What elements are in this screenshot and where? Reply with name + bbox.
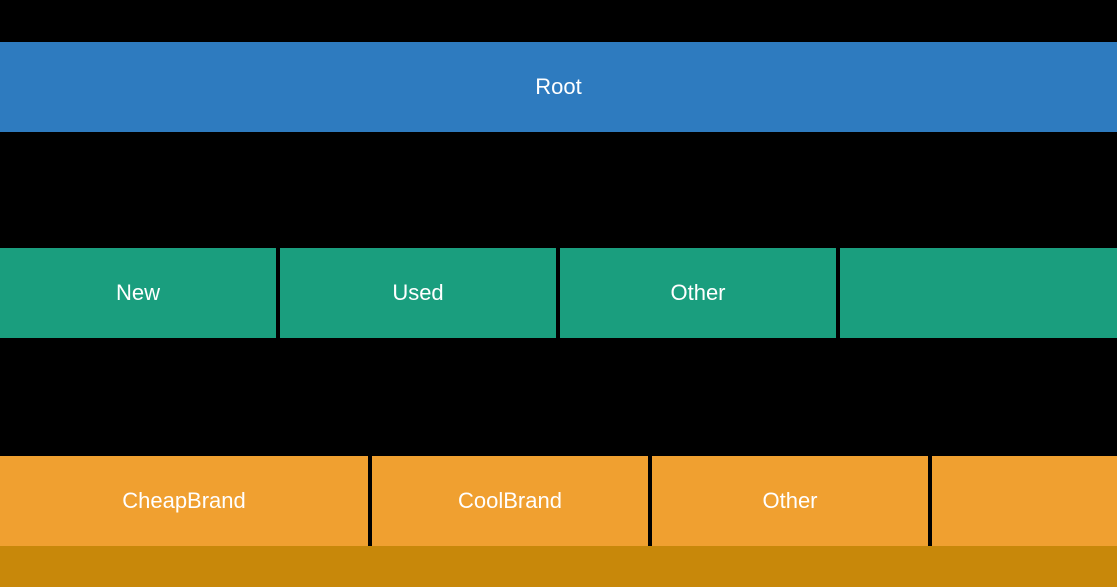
node-coolbrand[interactable]: CoolBrand <box>372 456 650 546</box>
bottom-strip <box>0 546 1117 587</box>
vert-div-teal-1 <box>278 248 280 338</box>
vert-div-orange-1 <box>370 456 372 546</box>
node-extra-teal[interactable] <box>840 248 1117 338</box>
black-row-2 <box>0 340 1117 454</box>
root-label: Root <box>535 74 581 100</box>
treemap-container: Root New Used Other CheapBrand CoolBrand… <box>0 0 1117 587</box>
vert-div-teal-3 <box>838 248 840 338</box>
cheapbrand-label: CheapBrand <box>122 488 246 514</box>
node-cheapbrand[interactable]: CheapBrand <box>0 456 370 546</box>
other-orange-label: Other <box>762 488 817 514</box>
vert-div-orange-3 <box>930 456 932 546</box>
node-root[interactable]: Root <box>0 42 1117 132</box>
node-new[interactable]: New <box>0 248 278 338</box>
used-label: Used <box>392 280 443 306</box>
black-row-1 <box>0 134 1117 246</box>
top-strip <box>0 0 1117 42</box>
new-label: New <box>116 280 160 306</box>
node-other-orange[interactable]: Other <box>652 456 930 546</box>
vert-div-teal-2 <box>558 248 560 338</box>
other-teal-label: Other <box>670 280 725 306</box>
node-used[interactable]: Used <box>280 248 558 338</box>
vert-div-orange-2 <box>650 456 652 546</box>
node-other-teal[interactable]: Other <box>560 248 838 338</box>
coolbrand-label: CoolBrand <box>458 488 562 514</box>
node-extra-orange[interactable] <box>932 456 1117 546</box>
